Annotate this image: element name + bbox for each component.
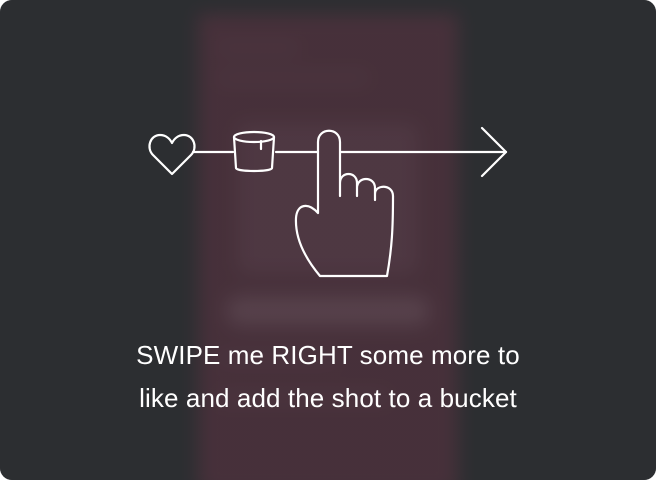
tutorial-message-line-2: like and add the shot to a bucket bbox=[139, 383, 517, 413]
swipe-tutorial-overlay[interactable]: SWIPE me RIGHT some more to like and add… bbox=[0, 0, 656, 480]
tutorial-message-line-1: SWIPE me RIGHT some more to bbox=[136, 340, 520, 370]
tutorial-message: SWIPE me RIGHT some more to like and add… bbox=[60, 334, 596, 420]
bucket-icon bbox=[232, 130, 276, 173]
swipe-illustration bbox=[140, 118, 520, 288]
heart-icon bbox=[148, 133, 196, 176]
